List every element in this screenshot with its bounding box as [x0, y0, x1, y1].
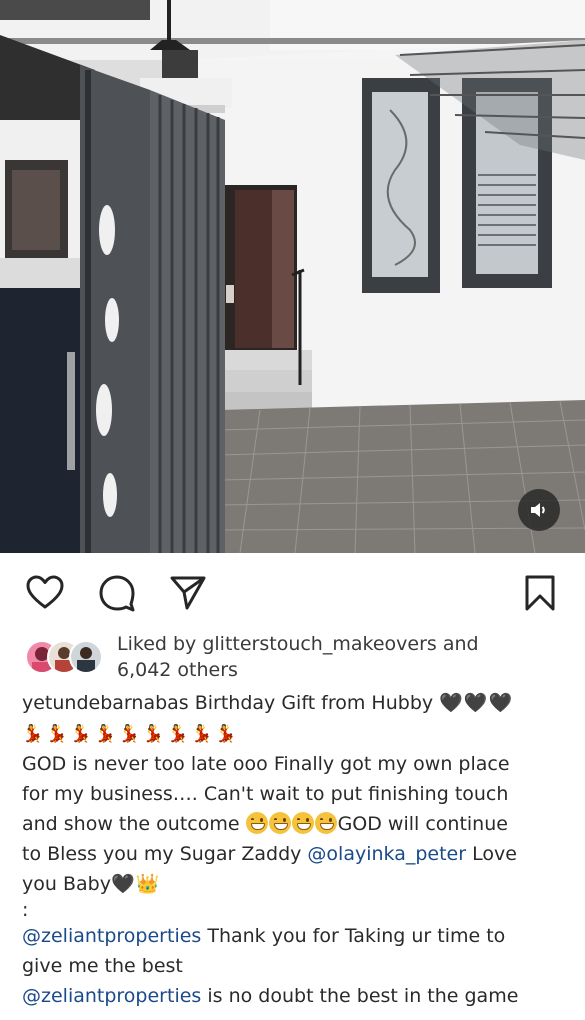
- likes-text[interactable]: Liked by glitterstouch_makeovers and 6,0…: [117, 631, 557, 683]
- mention-link[interactable]: @zeliantproperties: [22, 925, 201, 947]
- grin-emoji: [268, 812, 291, 834]
- house-photo: [0, 0, 585, 553]
- crown-emoji: 👑: [135, 873, 160, 895]
- black-heart-emoji: 🖤: [110, 873, 136, 895]
- liker-avatars[interactable]: [25, 640, 105, 674]
- caption-line: :: [22, 899, 29, 921]
- likes-line-2: 6,042 others: [117, 659, 238, 681]
- like-button[interactable]: [25, 573, 65, 613]
- caption-text: to Bless you my Sugar Zaddy: [22, 843, 308, 865]
- caption: yetundebarnabas Birthday Gift from Hubby…: [22, 688, 567, 1011]
- send-icon: [170, 576, 206, 610]
- speaker-icon: [531, 503, 545, 517]
- caption-line: @zeliantproperties is no doubt the best …: [22, 981, 567, 1011]
- caption-line: for my business…. Can't wait to put fini…: [22, 783, 509, 805]
- post-video[interactable]: [0, 0, 585, 553]
- caption-text: Love: [466, 843, 517, 865]
- caption-line: and show the outcome GOD will continue: [22, 809, 567, 839]
- grin-emoji: [314, 812, 337, 834]
- mute-button[interactable]: [518, 489, 560, 531]
- caption-line: GOD is never too late ooo Finally got my…: [22, 753, 510, 775]
- caption-line: yetundebarnabas Birthday Gift from Hubby…: [22, 688, 567, 718]
- save-button[interactable]: [520, 573, 560, 613]
- caption-text: is no doubt the best in the game: [201, 985, 519, 1007]
- caption-text: you Baby: [22, 873, 111, 895]
- instagram-post: Liked by glitterstouch_makeovers and 6,0…: [0, 0, 585, 1020]
- caption-line: give me the best: [22, 955, 183, 977]
- bookmark-icon: [525, 575, 555, 611]
- caption-line: @zeliantproperties Thank you for Taking …: [22, 921, 567, 951]
- caption-username[interactable]: yetundebarnabas: [22, 692, 189, 714]
- caption-line: 💃💃💃💃💃💃💃💃💃: [22, 718, 567, 749]
- grin-emoji: [291, 812, 314, 834]
- caption-text: Birthday Gift from Hubby: [188, 692, 440, 714]
- mention-link[interactable]: @olayinka_peter: [307, 843, 466, 865]
- caption-text: Thank you for Taking ur time to: [201, 925, 506, 947]
- caption-line: you Baby🖤👑: [22, 869, 567, 899]
- caption-text: and show the outcome: [22, 813, 246, 835]
- black-heart-emojis: 🖤🖤🖤: [439, 692, 514, 714]
- caption-text: GOD will continue: [337, 813, 508, 835]
- likes-line-1: Liked by glitterstouch_makeovers and: [117, 633, 479, 655]
- dancer-emojis: 💃💃💃💃💃💃💃💃💃: [22, 724, 240, 744]
- grin-emoji: [245, 812, 268, 834]
- heart-outline-icon: [26, 575, 64, 609]
- comment-icon: [99, 575, 135, 612]
- likes-row: Liked by glitterstouch_makeovers and 6,0…: [0, 631, 585, 683]
- caption-line: to Bless you my Sugar Zaddy @olayinka_pe…: [22, 839, 567, 869]
- action-bar: [0, 553, 585, 631]
- mention-link[interactable]: @zeliantproperties: [22, 985, 201, 1007]
- share-button[interactable]: [168, 573, 208, 613]
- avatar: [69, 640, 103, 674]
- comment-button[interactable]: [97, 573, 137, 613]
